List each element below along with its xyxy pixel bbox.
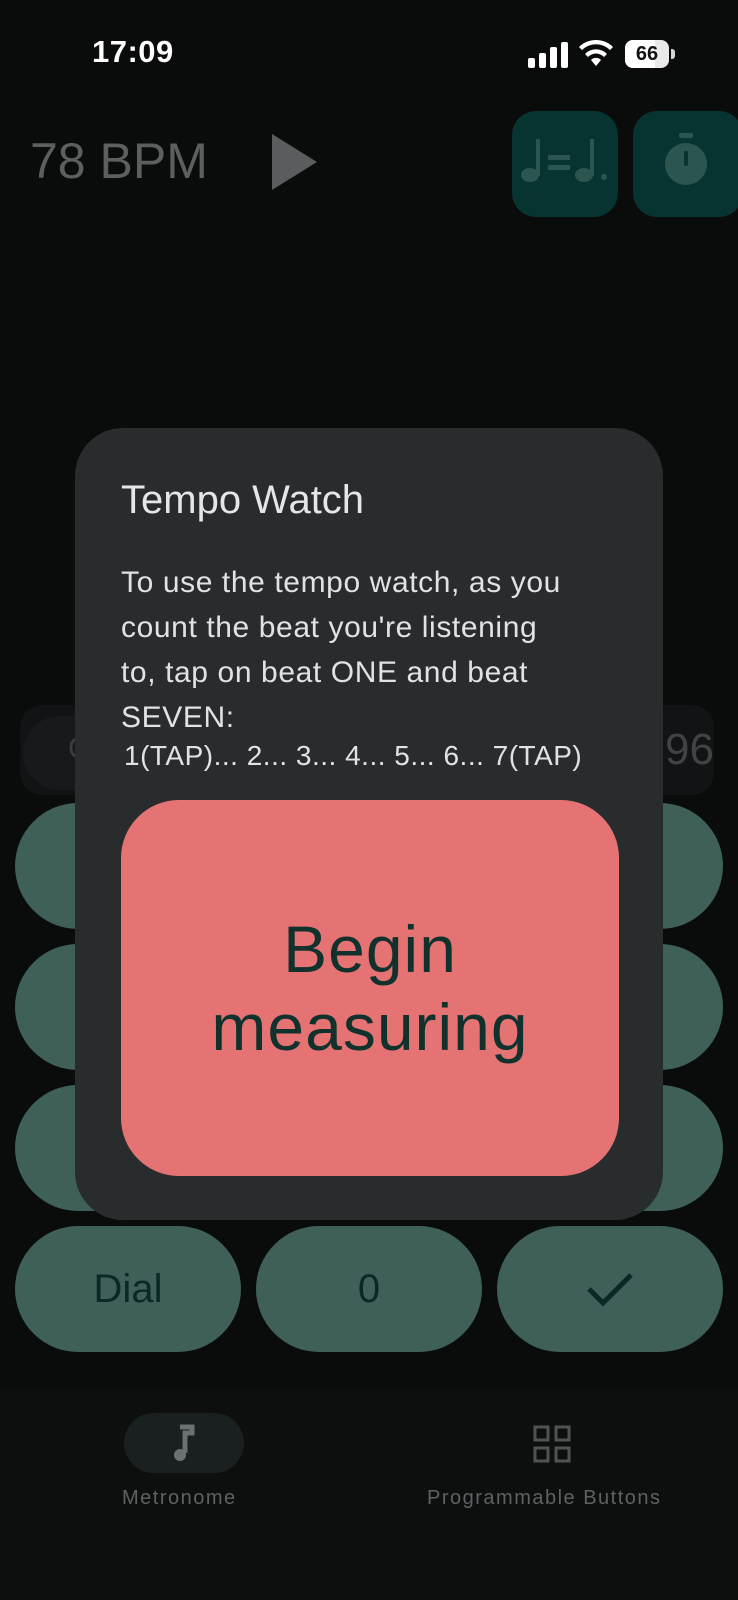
nav-label-programmable-buttons[interactable]: Programmable Buttons [427,1487,662,1510]
nav-item-metronome[interactable] [124,1413,244,1473]
music-note-icon [174,1424,195,1461]
begin-measuring-button[interactable]: Begin measuring [121,800,619,1176]
grid-icon[interactable] [533,1425,571,1463]
nav-label-metronome[interactable]: Metronome [122,1487,237,1510]
dialog-tap-sequence: 1(TAP)... 2... 3... 4... 5... 6... 7(TAP… [124,740,583,771]
dialog-instructions: To use the tempo watch, as you count the… [121,566,561,734]
dialog-title: Tempo Watch [121,478,365,522]
